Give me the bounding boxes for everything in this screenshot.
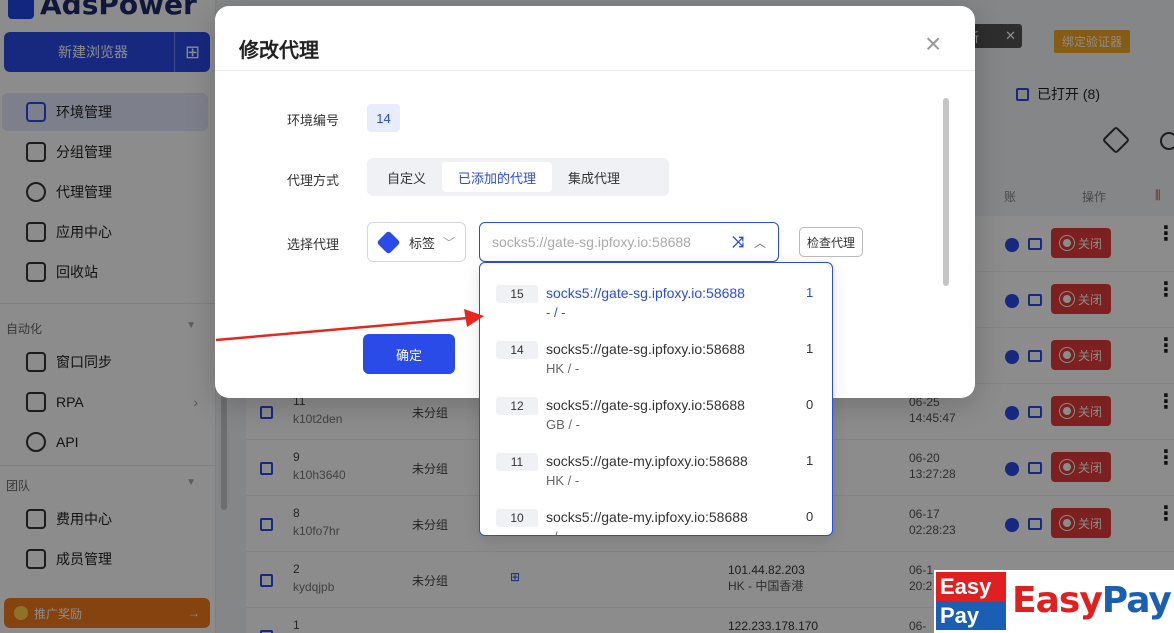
proxy-address: socks5://gate-my.ipfoxy.io:58688 <box>546 509 748 525</box>
proxy-option[interactable]: 15 socks5://gate-sg.ipfoxy.io:58688 - / … <box>480 263 832 320</box>
proxy-dropdown: 15 socks5://gate-sg.ipfoxy.io:58688 - / … <box>479 262 833 536</box>
chevron-up-icon[interactable]: ︿ <box>754 234 766 251</box>
proxy-usage-count: 0 <box>806 397 814 412</box>
proxy-id: 15 <box>496 285 538 303</box>
tab-custom[interactable]: 自定义 <box>371 162 442 192</box>
proxy-usage-count: 0 <box>806 509 814 524</box>
proxy-option[interactable]: 10 socks5://gate-my.ipfoxy.io:58688 - / … <box>480 487 832 535</box>
proxy-placeholder: socks5://gate-sg.ipfoxy.io:58688 <box>492 234 691 250</box>
proxy-usage-count: 1 <box>806 285 814 300</box>
dialog-title: 修改代理 <box>239 40 319 62</box>
proxy-location: - / - <box>546 305 566 320</box>
proxy-option[interactable]: 11 socks5://gate-my.ipfoxy.io:58688 HK /… <box>480 431 832 488</box>
tag-icon <box>376 229 401 255</box>
proxy-option[interactable]: 12 socks5://gate-sg.ipfoxy.io:58688 GB /… <box>480 375 832 432</box>
chevron-down-icon: ﹀ <box>442 235 455 250</box>
check-proxy-button[interactable]: 检查代理 <box>799 227 863 257</box>
easypay-watermark: Easy Pay EasyPay <box>934 570 1174 633</box>
proxy-mode-label: 代理方式 <box>287 173 340 188</box>
proxy-address: socks5://gate-my.ipfoxy.io:58688 <box>546 453 748 469</box>
dialog-scrollbar[interactable] <box>943 98 949 286</box>
easypay-wordmark: EasyPay <box>1012 580 1172 621</box>
proxy-location: HK / - <box>546 473 580 488</box>
divider <box>215 70 975 71</box>
proxy-usage-count: 1 <box>806 453 814 468</box>
tab-integrated-proxy[interactable]: 集成代理 <box>552 162 636 192</box>
proxy-select-input[interactable]: socks5://gate-sg.ipfoxy.io:58688 ⤨ ︿ <box>479 222 779 262</box>
proxy-location: - / <box>546 529 558 535</box>
tab-added-proxy[interactable]: 已添加的代理 <box>442 162 553 192</box>
proxy-address: socks5://gate-sg.ipfoxy.io:58688 <box>546 285 745 301</box>
proxy-id: 10 <box>496 509 538 527</box>
proxy-usage-count: 1 <box>806 341 814 356</box>
confirm-button[interactable]: 确定 <box>363 334 455 374</box>
proxy-id: 12 <box>496 397 538 415</box>
proxy-location: HK / - <box>546 361 580 376</box>
easypay-logo: Easy Pay <box>936 572 1006 630</box>
select-proxy-label: 选择代理 <box>287 237 340 252</box>
proxy-id: 11 <box>496 453 538 471</box>
proxy-address: socks5://gate-sg.ipfoxy.io:58688 <box>546 341 745 357</box>
close-icon[interactable]: × <box>925 30 941 58</box>
proxy-option[interactable]: 14 socks5://gate-sg.ipfoxy.io:58688 HK /… <box>480 319 832 376</box>
shuffle-icon[interactable]: ⤨ <box>732 234 744 251</box>
proxy-mode-tabs: 自定义 已添加的代理 集成代理 <box>367 158 669 196</box>
proxy-id: 14 <box>496 341 538 359</box>
env-number-value: 14 <box>367 104 400 132</box>
tag-select[interactable]: 标签 ﹀ <box>367 222 466 262</box>
proxy-location: GB / - <box>546 417 580 432</box>
proxy-address: socks5://gate-sg.ipfoxy.io:58688 <box>546 397 745 413</box>
env-number-label: 环境编号 <box>287 113 340 128</box>
